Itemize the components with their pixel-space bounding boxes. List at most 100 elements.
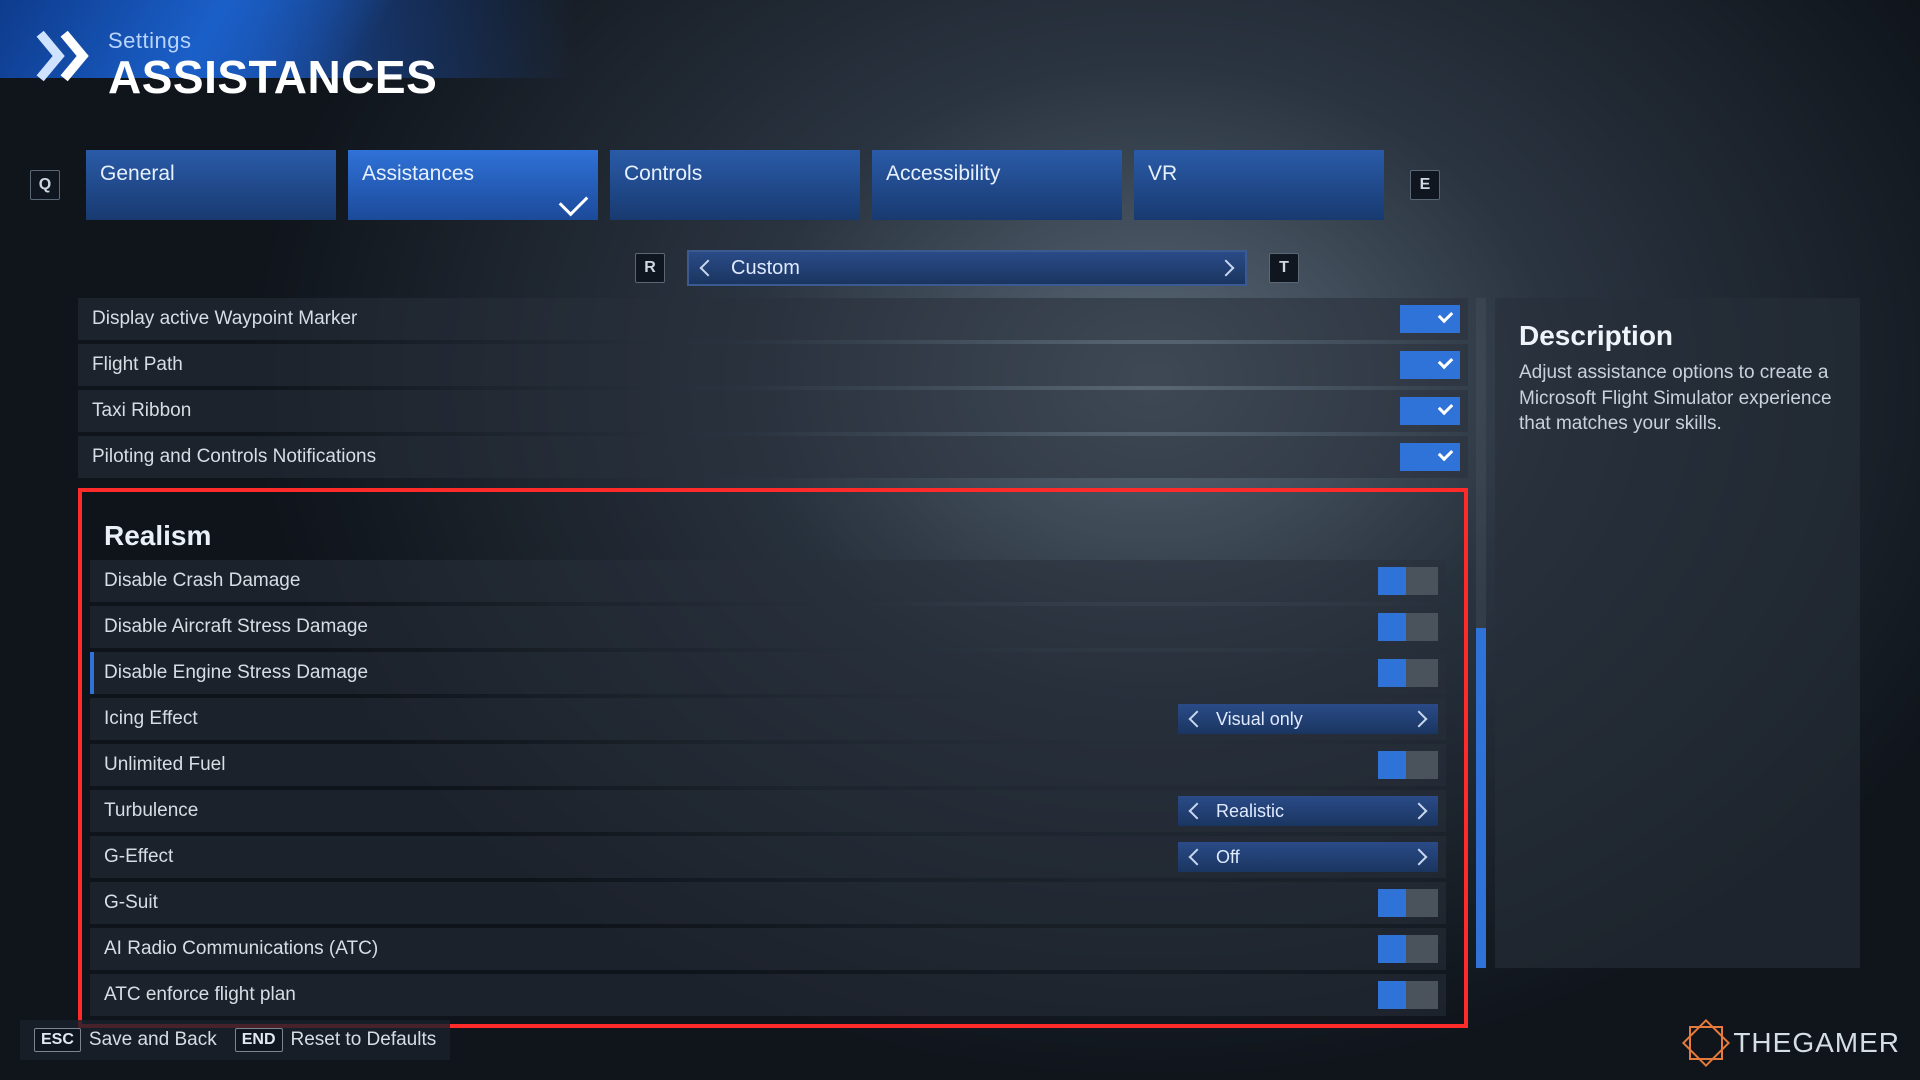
tabs: General Assistances Controls Accessibili…	[86, 150, 1384, 220]
header-text: Settings ASSISTANCES	[108, 28, 437, 100]
setting-toggle[interactable]	[1378, 751, 1438, 779]
tab-accessibility[interactable]: Accessibility	[872, 150, 1122, 220]
chevron-right-icon	[1411, 849, 1428, 866]
chevron-left-icon	[1189, 849, 1206, 866]
setting-row[interactable]: Display active Waypoint Marker	[78, 298, 1468, 340]
select-value: Realistic	[1216, 801, 1284, 822]
setting-toggle[interactable]	[1400, 305, 1460, 333]
setting-label: Disable Engine Stress Damage	[104, 662, 1378, 684]
tab-label: Controls	[624, 162, 702, 185]
setting-label: Display active Waypoint Marker	[92, 308, 1400, 330]
setting-label: Taxi Ribbon	[92, 400, 1400, 422]
end-key: END	[235, 1028, 283, 1052]
chevron-right-icon	[1411, 803, 1428, 820]
description-panel: Description Adjust assistance options to…	[1495, 298, 1860, 968]
setting-toggle[interactable]	[1378, 889, 1438, 917]
setting-toggle[interactable]	[1378, 935, 1438, 963]
reset-defaults-label: Reset to Defaults	[291, 1029, 437, 1051]
setting-toggle[interactable]	[1400, 397, 1460, 425]
select-value: Off	[1216, 847, 1240, 868]
tab-controls[interactable]: Controls	[610, 150, 860, 220]
select-prev-button[interactable]	[1178, 704, 1216, 734]
esc-key: ESC	[34, 1028, 81, 1052]
section-title: Realism	[90, 502, 1456, 560]
setting-toggle[interactable]	[1378, 659, 1438, 687]
setting-toggle[interactable]	[1400, 443, 1460, 471]
select-next-button[interactable]	[1400, 796, 1438, 826]
setting-toggle[interactable]	[1378, 567, 1438, 595]
tab-next-key: E	[1410, 170, 1440, 200]
setting-select[interactable]: Visual only	[1178, 704, 1438, 734]
select-value: Visual only	[1216, 709, 1303, 730]
tab-label: VR	[1148, 162, 1177, 185]
setting-label: Unlimited Fuel	[104, 754, 1378, 776]
preset-select[interactable]: Custom	[687, 250, 1247, 286]
chevron-left-icon	[700, 260, 717, 277]
setting-row[interactable]: ATC enforce flight plan	[90, 974, 1446, 1016]
setting-row[interactable]: Flight Path	[78, 344, 1468, 386]
tab-label: Accessibility	[886, 162, 1000, 185]
setting-row[interactable]: Unlimited Fuel	[90, 744, 1446, 786]
setting-label: G-Suit	[104, 892, 1378, 914]
setting-label: Turbulence	[104, 800, 1178, 822]
preset-row: R Custom T	[635, 250, 1299, 286]
tab-label: Assistances	[362, 162, 474, 185]
preset-prev-key: R	[635, 253, 665, 283]
tab-prev-key: Q	[30, 170, 60, 200]
logo-text: THEGAMER	[1733, 1027, 1900, 1059]
setting-label: G-Effect	[104, 846, 1178, 868]
settings-list[interactable]: Display active Waypoint Marker Flight Pa…	[78, 298, 1478, 1028]
setting-label: AI Radio Communications (ATC)	[104, 938, 1378, 960]
chevron-left-icon	[1189, 803, 1206, 820]
logo-icon	[1689, 1026, 1723, 1060]
setting-toggle[interactable]	[1378, 981, 1438, 1009]
setting-row[interactable]: Icing Effect Visual only	[90, 698, 1446, 740]
header-bar: Settings ASSISTANCES	[0, 0, 1920, 78]
reset-defaults-button[interactable]: END Reset to Defaults	[235, 1028, 437, 1052]
select-prev-button[interactable]	[1178, 842, 1216, 872]
setting-select[interactable]: Realistic	[1178, 796, 1438, 826]
save-back-button[interactable]: ESC Save and Back	[34, 1028, 217, 1052]
tab-general[interactable]: General	[86, 150, 336, 220]
setting-label: Flight Path	[92, 354, 1400, 376]
setting-row[interactable]: G-Suit	[90, 882, 1446, 924]
setting-label: ATC enforce flight plan	[104, 984, 1378, 1006]
setting-row[interactable]: Disable Aircraft Stress Damage	[90, 606, 1446, 648]
setting-label: Piloting and Controls Notifications	[92, 446, 1400, 468]
preset-prev-button[interactable]	[689, 252, 727, 284]
watermark-logo: THEGAMER	[1689, 1026, 1900, 1060]
realism-list: Disable Crash Damage Disable Aircraft St…	[90, 560, 1456, 1016]
select-prev-button[interactable]	[1178, 796, 1216, 826]
header-chevrons	[36, 30, 98, 82]
setting-label: Icing Effect	[104, 708, 1178, 730]
preset-next-button[interactable]	[1207, 252, 1245, 284]
setting-select[interactable]: Off	[1178, 842, 1438, 872]
setting-row[interactable]: Piloting and Controls Notifications	[78, 436, 1468, 478]
setting-row[interactable]: Turbulence Realistic	[90, 790, 1446, 832]
setting-row[interactable]: Disable Engine Stress Damage	[90, 652, 1446, 694]
setting-label: Disable Aircraft Stress Damage	[104, 616, 1378, 638]
tab-row: Q General Assistances Controls Accessibi…	[30, 150, 1440, 220]
setting-toggle[interactable]	[1400, 351, 1460, 379]
preset-next-key: T	[1269, 253, 1299, 283]
footer-bar: ESC Save and Back END Reset to Defaults	[20, 1020, 450, 1060]
tab-vr[interactable]: VR	[1134, 150, 1384, 220]
chevron-right-icon	[1411, 711, 1428, 728]
scrollbar-thumb[interactable]	[1476, 628, 1486, 968]
setting-label: Disable Crash Damage	[104, 570, 1378, 592]
setting-toggle[interactable]	[1378, 613, 1438, 641]
save-back-label: Save and Back	[89, 1029, 217, 1051]
select-next-button[interactable]	[1400, 704, 1438, 734]
chevron-icon	[60, 30, 98, 82]
preset-value: Custom	[731, 257, 800, 280]
select-next-button[interactable]	[1400, 842, 1438, 872]
tab-assistances[interactable]: Assistances	[348, 150, 598, 220]
setting-row[interactable]: Disable Crash Damage	[90, 560, 1446, 602]
chevron-right-icon	[1218, 260, 1235, 277]
setting-row[interactable]: AI Radio Communications (ATC)	[90, 928, 1446, 970]
tab-label: General	[100, 162, 175, 185]
setting-row[interactable]: Taxi Ribbon	[78, 390, 1468, 432]
realism-highlight: Realism Disable Crash Damage Disable Air…	[78, 488, 1468, 1028]
setting-row[interactable]: G-Effect Off	[90, 836, 1446, 878]
description-title: Description	[1519, 320, 1836, 352]
